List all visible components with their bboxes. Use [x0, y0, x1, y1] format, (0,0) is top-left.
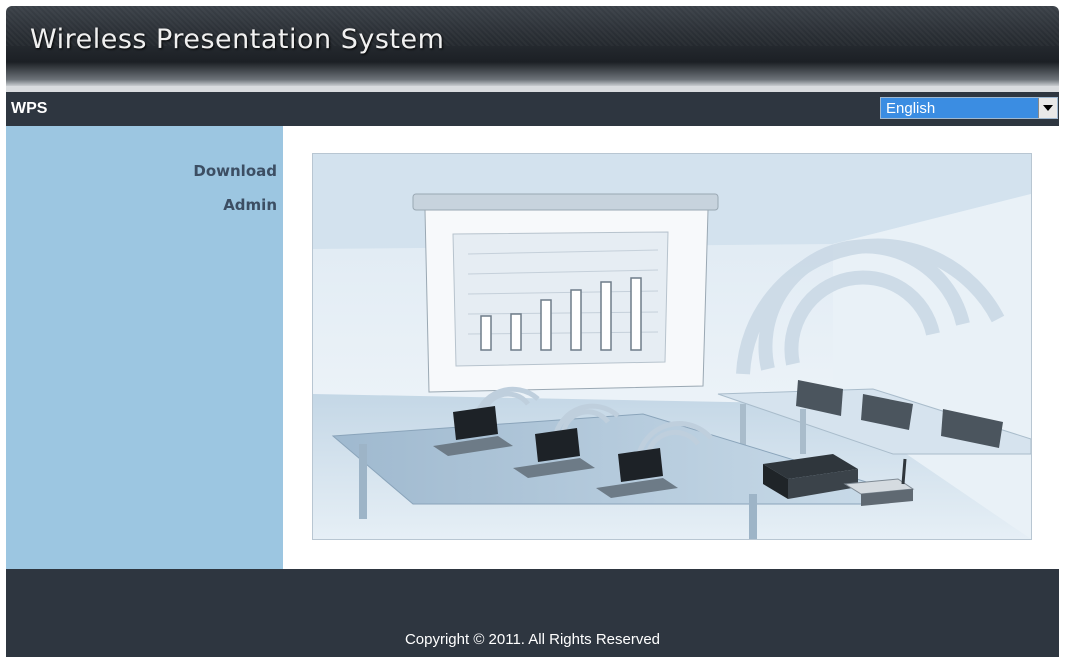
language-selected-value[interactable]: English — [886, 100, 935, 117]
copyright-text: Copyright © 2011. All Rights Reserved — [404, 631, 661, 648]
sidebar-item-download[interactable]: Download — [193, 162, 277, 180]
main-content — [283, 126, 1059, 569]
sidebar-item-admin[interactable]: Admin — [223, 196, 277, 214]
footer: Copyright © 2011. All Rights Reserved — [6, 569, 1059, 657]
sidebar: Download Admin — [6, 126, 283, 569]
language-select[interactable]: English — [880, 97, 1058, 119]
banner-title: Wireless Presentation System — [30, 24, 445, 55]
dropdown-arrow-icon[interactable] — [1038, 98, 1057, 118]
presentation-room-illustration — [312, 153, 1032, 540]
illustration-svg — [313, 154, 1031, 539]
app-frame: Wireless Presentation System WPS English… — [6, 6, 1059, 657]
top-nav-bar: WPS English — [6, 92, 1059, 126]
nav-title: WPS — [11, 100, 48, 117]
projection-screen — [412, 193, 719, 393]
header-banner: Wireless Presentation System — [6, 6, 1059, 86]
